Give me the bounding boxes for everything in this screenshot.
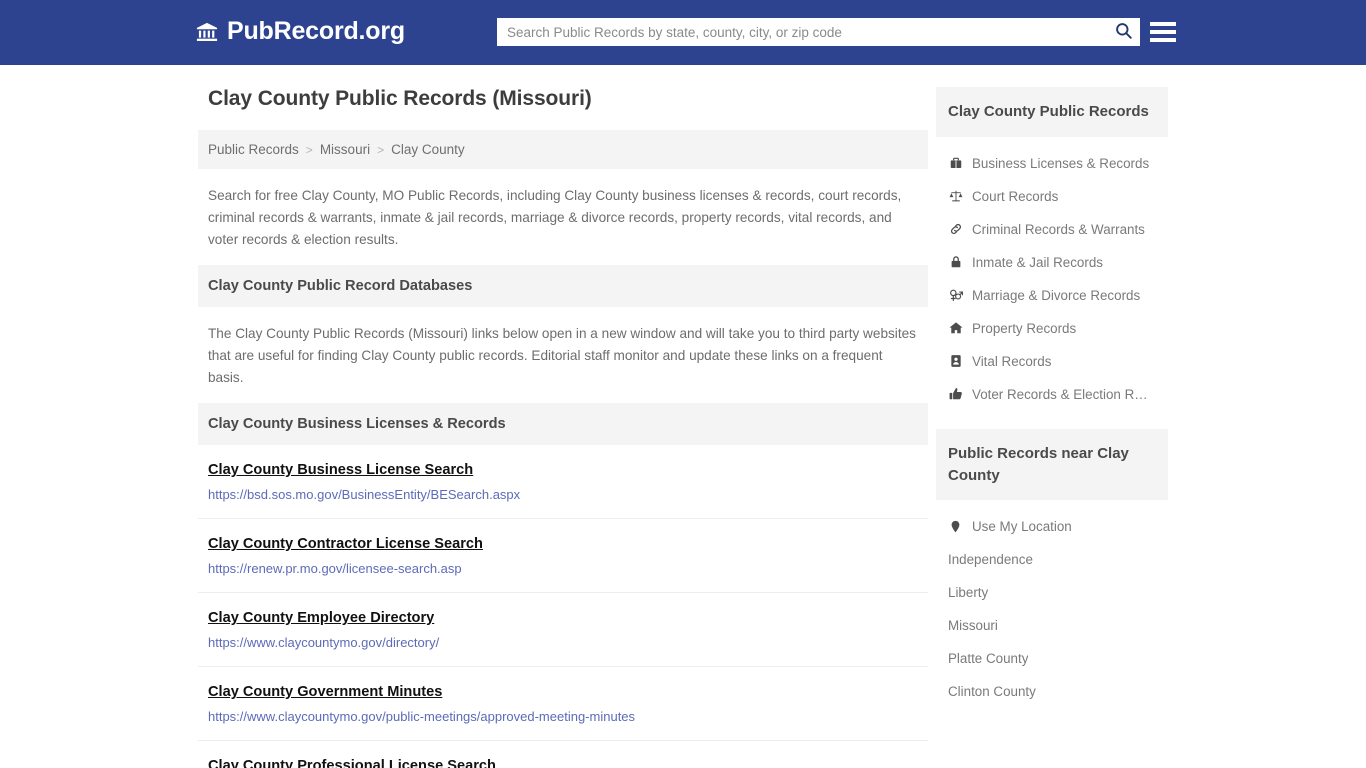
- sidebar-item-platte-county[interactable]: Platte County: [936, 642, 1168, 675]
- sidebar-item-use-my-location[interactable]: Use My Location: [936, 510, 1168, 543]
- breadcrumb-separator-icon: >: [377, 142, 385, 157]
- breadcrumb: Public Records > Missouri > Clay County: [198, 130, 928, 169]
- sidebar-item-marriage-divorce-records[interactable]: Marriage & Divorce Records: [936, 279, 1168, 312]
- sidebar-near-list: Use My Location Independence Liberty Mis…: [936, 500, 1168, 712]
- hamburger-bar: [1150, 30, 1176, 34]
- sidebar-records-box: Clay County Public Records Business Lice…: [936, 87, 1168, 415]
- sidebar-item-label: Court Records: [972, 188, 1059, 204]
- main-column: Clay County Public Records (Missouri) Pu…: [198, 87, 928, 768]
- hamburger-menu-icon[interactable]: [1150, 19, 1176, 45]
- site-logo-link[interactable]: PubRecord.org: [196, 19, 405, 44]
- sidebar-records-list: Business Licenses & Records Court Record…: [936, 137, 1168, 415]
- record-link-url[interactable]: https://www.claycountymo.gov/directory/: [208, 635, 918, 650]
- sidebar-item-label: Platte County: [948, 651, 1029, 667]
- sidebar-item-label: Property Records: [972, 320, 1077, 336]
- record-link-title[interactable]: Clay County Professional License Search: [208, 758, 496, 768]
- scales-of-justice-icon: [948, 189, 963, 204]
- sidebar-item-label: Business Licenses & Records: [972, 155, 1150, 171]
- sidebar-item-vital-records[interactable]: Vital Records: [936, 345, 1168, 378]
- record-link-title[interactable]: Clay County Employee Directory: [208, 610, 434, 626]
- search-button[interactable]: [1106, 18, 1140, 46]
- sidebar-item-label: Clinton County: [948, 684, 1036, 700]
- databases-section-heading: Clay County Public Record Databases: [198, 265, 928, 308]
- page-intro-text: Search for free Clay County, MO Public R…: [208, 188, 902, 248]
- sidebar-item-label: Voter Records & Election R…: [972, 386, 1148, 402]
- sidebar-item-property-records[interactable]: Property Records: [936, 312, 1168, 345]
- sidebar-item-independence[interactable]: Independence: [936, 543, 1168, 576]
- record-link-title[interactable]: Clay County Contractor License Search: [208, 536, 483, 552]
- page-title: Clay County Public Records (Missouri): [208, 87, 592, 110]
- briefcase-icon: [948, 156, 963, 171]
- breadcrumb-item-public-records[interactable]: Public Records: [208, 142, 299, 157]
- sidebar-item-label: Use My Location: [972, 519, 1072, 535]
- sidebar-near-heading: Public Records near Clay County: [936, 428, 1168, 501]
- sidebar-item-missouri[interactable]: Missouri: [936, 609, 1168, 642]
- site-header: PubRecord.org: [0, 0, 1366, 65]
- breadcrumb-item-clay-county[interactable]: Clay County: [391, 142, 465, 157]
- sidebar-item-liberty[interactable]: Liberty: [936, 576, 1168, 609]
- sidebar-item-court-records[interactable]: Court Records: [936, 180, 1168, 213]
- home-icon: [948, 321, 963, 336]
- sidebar-item-clinton-county[interactable]: Clinton County: [936, 675, 1168, 708]
- lock-icon: [948, 255, 963, 270]
- sidebar-item-label: Inmate & Jail Records: [972, 254, 1103, 270]
- page-body: Clay County Public Records (Missouri) Pu…: [0, 65, 1366, 768]
- sidebar-item-criminal-records[interactable]: Criminal Records & Warrants: [936, 213, 1168, 246]
- breadcrumb-item-missouri[interactable]: Missouri: [320, 142, 370, 157]
- content-container: Clay County Public Records (Missouri) Pu…: [198, 65, 1168, 768]
- search-icon: [1114, 21, 1133, 43]
- sidebar-item-label: Marriage & Divorce Records: [972, 287, 1141, 303]
- record-link-title[interactable]: Clay County Government Minutes: [208, 684, 442, 700]
- business-section-heading: Clay County Business Licenses & Records: [198, 403, 928, 446]
- venus-mars-icon: [948, 288, 963, 303]
- map-pin-icon: [948, 519, 963, 534]
- search-bar: [497, 18, 1140, 46]
- hamburger-bar: [1150, 22, 1176, 26]
- sidebar-item-voter-records[interactable]: Voter Records & Election R…: [936, 378, 1168, 411]
- sidebar-item-inmate-jail-records[interactable]: Inmate & Jail Records: [936, 246, 1168, 279]
- list-item[interactable]: Clay County Contractor License Search ht…: [198, 519, 928, 594]
- thumbs-up-icon: [948, 387, 963, 402]
- sidebar-item-business-licenses[interactable]: Business Licenses & Records: [936, 147, 1168, 180]
- record-link-url[interactable]: https://www.claycountymo.gov/public-meet…: [208, 709, 918, 724]
- sidebar-item-label: Liberty: [948, 585, 989, 601]
- sidebar-item-label: Missouri: [948, 618, 998, 634]
- sidebar-item-label: Independence: [948, 552, 1033, 568]
- list-item[interactable]: Clay County Employee Directory https://w…: [198, 593, 928, 668]
- bank-building-icon: [196, 21, 218, 43]
- list-item[interactable]: Clay County Government Minutes https://w…: [198, 667, 928, 742]
- link-chain-icon: [948, 222, 963, 237]
- sidebar-item-label: Criminal Records & Warrants: [972, 221, 1145, 237]
- list-item[interactable]: Clay County Business License Search http…: [198, 445, 928, 520]
- sidebar-records-heading: Clay County Public Records: [936, 87, 1168, 137]
- record-link-title[interactable]: Clay County Business License Search: [208, 462, 473, 478]
- search-input[interactable]: [497, 18, 1106, 46]
- record-link-url[interactable]: https://bsd.sos.mo.gov/BusinessEntity/BE…: [208, 487, 918, 502]
- id-card-icon: [948, 354, 963, 369]
- sidebar: Clay County Public Records Business Lice…: [928, 87, 1168, 768]
- databases-section-text: The Clay County Public Records (Missouri…: [208, 326, 916, 386]
- hamburger-bar: [1150, 38, 1176, 42]
- list-item[interactable]: Clay County Professional License Search …: [198, 741, 928, 768]
- site-brand-name: PubRecord.org: [227, 17, 405, 45]
- sidebar-item-label: Vital Records: [972, 353, 1052, 369]
- breadcrumb-separator-icon: >: [305, 142, 313, 157]
- sidebar-near-box: Public Records near Clay County Use My L…: [936, 428, 1168, 713]
- record-link-url[interactable]: https://renew.pr.mo.gov/licensee-search.…: [208, 561, 918, 576]
- business-links-list: Clay County Business License Search http…: [198, 445, 928, 768]
